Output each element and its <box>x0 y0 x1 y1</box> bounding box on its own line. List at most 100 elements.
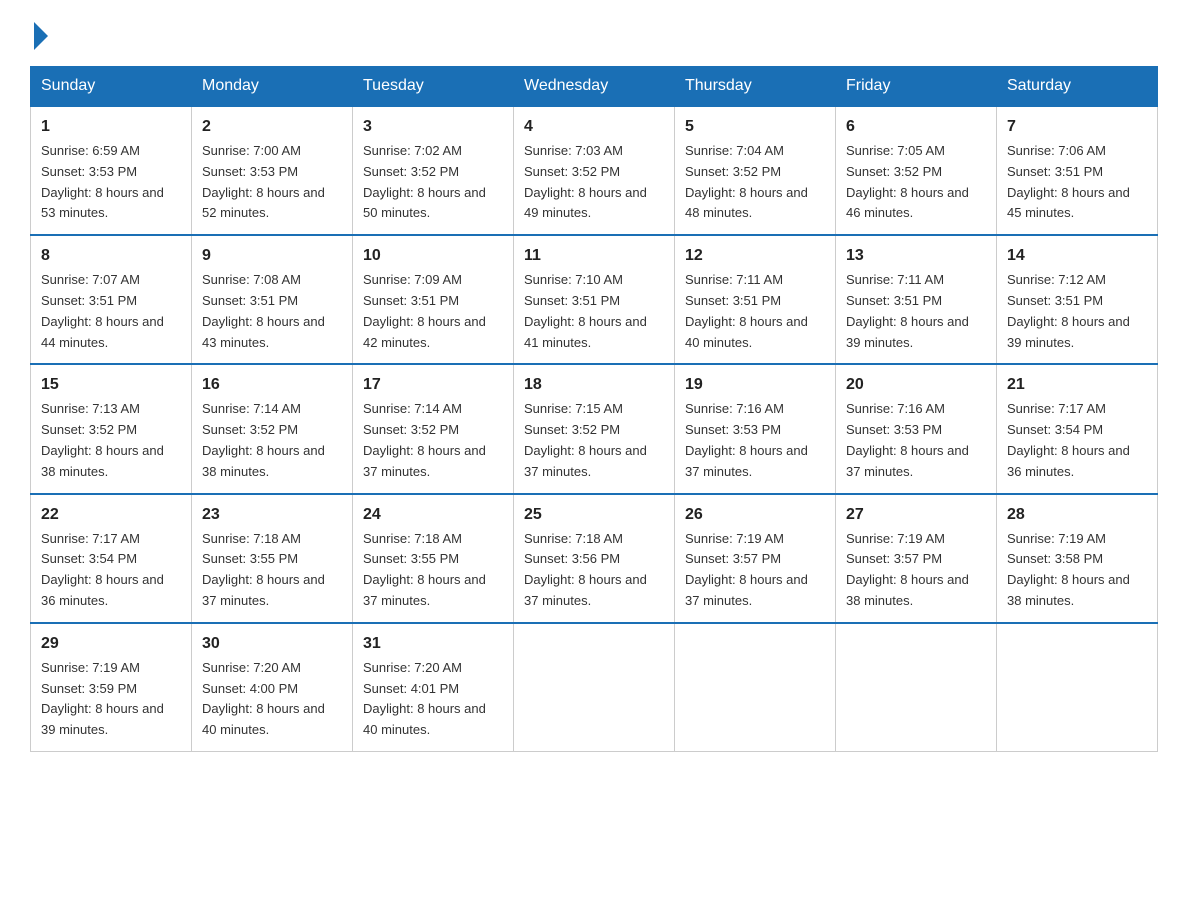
day-info: Sunrise: 6:59 AMSunset: 3:53 PMDaylight:… <box>41 143 164 220</box>
day-number: 14 <box>1007 244 1147 268</box>
day-number: 17 <box>363 373 503 397</box>
calendar-cell: 7 Sunrise: 7:06 AMSunset: 3:51 PMDayligh… <box>997 106 1158 235</box>
calendar-cell: 20 Sunrise: 7:16 AMSunset: 3:53 PMDaylig… <box>836 364 997 493</box>
day-number: 23 <box>202 503 342 527</box>
calendar-cell: 17 Sunrise: 7:14 AMSunset: 3:52 PMDaylig… <box>353 364 514 493</box>
calendar-cell: 5 Sunrise: 7:04 AMSunset: 3:52 PMDayligh… <box>675 106 836 235</box>
calendar-cell: 12 Sunrise: 7:11 AMSunset: 3:51 PMDaylig… <box>675 235 836 364</box>
day-number: 3 <box>363 115 503 139</box>
day-info: Sunrise: 7:18 AMSunset: 3:55 PMDaylight:… <box>363 531 486 608</box>
logo <box>30 20 52 50</box>
day-info: Sunrise: 7:14 AMSunset: 3:52 PMDaylight:… <box>202 401 325 478</box>
column-header-monday: Monday <box>192 67 353 107</box>
day-info: Sunrise: 7:19 AMSunset: 3:58 PMDaylight:… <box>1007 531 1130 608</box>
day-info: Sunrise: 7:20 AMSunset: 4:00 PMDaylight:… <box>202 660 325 737</box>
day-info: Sunrise: 7:10 AMSunset: 3:51 PMDaylight:… <box>524 272 647 349</box>
day-info: Sunrise: 7:19 AMSunset: 3:57 PMDaylight:… <box>685 531 808 608</box>
day-number: 7 <box>1007 115 1147 139</box>
week-row-3: 15 Sunrise: 7:13 AMSunset: 3:52 PMDaylig… <box>31 364 1158 493</box>
calendar-cell: 15 Sunrise: 7:13 AMSunset: 3:52 PMDaylig… <box>31 364 192 493</box>
calendar-cell: 27 Sunrise: 7:19 AMSunset: 3:57 PMDaylig… <box>836 494 997 623</box>
day-number: 15 <box>41 373 181 397</box>
calendar-cell: 8 Sunrise: 7:07 AMSunset: 3:51 PMDayligh… <box>31 235 192 364</box>
day-info: Sunrise: 7:16 AMSunset: 3:53 PMDaylight:… <box>846 401 969 478</box>
day-number: 1 <box>41 115 181 139</box>
calendar-cell <box>836 623 997 752</box>
calendar-cell: 9 Sunrise: 7:08 AMSunset: 3:51 PMDayligh… <box>192 235 353 364</box>
day-number: 2 <box>202 115 342 139</box>
calendar-cell: 4 Sunrise: 7:03 AMSunset: 3:52 PMDayligh… <box>514 106 675 235</box>
week-row-2: 8 Sunrise: 7:07 AMSunset: 3:51 PMDayligh… <box>31 235 1158 364</box>
calendar-cell: 1 Sunrise: 6:59 AMSunset: 3:53 PMDayligh… <box>31 106 192 235</box>
calendar-table: SundayMondayTuesdayWednesdayThursdayFrid… <box>30 66 1158 752</box>
day-number: 11 <box>524 244 664 268</box>
calendar-cell: 6 Sunrise: 7:05 AMSunset: 3:52 PMDayligh… <box>836 106 997 235</box>
day-info: Sunrise: 7:06 AMSunset: 3:51 PMDaylight:… <box>1007 143 1130 220</box>
day-info: Sunrise: 7:12 AMSunset: 3:51 PMDaylight:… <box>1007 272 1130 349</box>
calendar-cell: 30 Sunrise: 7:20 AMSunset: 4:00 PMDaylig… <box>192 623 353 752</box>
day-info: Sunrise: 7:18 AMSunset: 3:56 PMDaylight:… <box>524 531 647 608</box>
column-header-tuesday: Tuesday <box>353 67 514 107</box>
calendar-cell: 29 Sunrise: 7:19 AMSunset: 3:59 PMDaylig… <box>31 623 192 752</box>
day-number: 19 <box>685 373 825 397</box>
day-info: Sunrise: 7:20 AMSunset: 4:01 PMDaylight:… <box>363 660 486 737</box>
calendar-cell: 19 Sunrise: 7:16 AMSunset: 3:53 PMDaylig… <box>675 364 836 493</box>
calendar-cell: 25 Sunrise: 7:18 AMSunset: 3:56 PMDaylig… <box>514 494 675 623</box>
calendar-cell: 2 Sunrise: 7:00 AMSunset: 3:53 PMDayligh… <box>192 106 353 235</box>
day-info: Sunrise: 7:03 AMSunset: 3:52 PMDaylight:… <box>524 143 647 220</box>
calendar-cell: 28 Sunrise: 7:19 AMSunset: 3:58 PMDaylig… <box>997 494 1158 623</box>
calendar-cell: 22 Sunrise: 7:17 AMSunset: 3:54 PMDaylig… <box>31 494 192 623</box>
week-row-4: 22 Sunrise: 7:17 AMSunset: 3:54 PMDaylig… <box>31 494 1158 623</box>
calendar-cell: 24 Sunrise: 7:18 AMSunset: 3:55 PMDaylig… <box>353 494 514 623</box>
calendar-cell: 26 Sunrise: 7:19 AMSunset: 3:57 PMDaylig… <box>675 494 836 623</box>
calendar-cell: 31 Sunrise: 7:20 AMSunset: 4:01 PMDaylig… <box>353 623 514 752</box>
day-number: 18 <box>524 373 664 397</box>
day-number: 5 <box>685 115 825 139</box>
day-number: 25 <box>524 503 664 527</box>
day-info: Sunrise: 7:02 AMSunset: 3:52 PMDaylight:… <box>363 143 486 220</box>
column-header-sunday: Sunday <box>31 67 192 107</box>
day-number: 31 <box>363 632 503 656</box>
day-number: 22 <box>41 503 181 527</box>
day-info: Sunrise: 7:11 AMSunset: 3:51 PMDaylight:… <box>685 272 808 349</box>
calendar-cell <box>675 623 836 752</box>
calendar-cell: 18 Sunrise: 7:15 AMSunset: 3:52 PMDaylig… <box>514 364 675 493</box>
day-info: Sunrise: 7:11 AMSunset: 3:51 PMDaylight:… <box>846 272 969 349</box>
day-info: Sunrise: 7:16 AMSunset: 3:53 PMDaylight:… <box>685 401 808 478</box>
day-info: Sunrise: 7:15 AMSunset: 3:52 PMDaylight:… <box>524 401 647 478</box>
day-number: 9 <box>202 244 342 268</box>
day-info: Sunrise: 7:19 AMSunset: 3:59 PMDaylight:… <box>41 660 164 737</box>
day-number: 8 <box>41 244 181 268</box>
day-info: Sunrise: 7:14 AMSunset: 3:52 PMDaylight:… <box>363 401 486 478</box>
day-info: Sunrise: 7:19 AMSunset: 3:57 PMDaylight:… <box>846 531 969 608</box>
day-number: 4 <box>524 115 664 139</box>
day-info: Sunrise: 7:09 AMSunset: 3:51 PMDaylight:… <box>363 272 486 349</box>
day-number: 30 <box>202 632 342 656</box>
day-number: 24 <box>363 503 503 527</box>
day-info: Sunrise: 7:17 AMSunset: 3:54 PMDaylight:… <box>1007 401 1130 478</box>
day-number: 21 <box>1007 373 1147 397</box>
calendar-header-row: SundayMondayTuesdayWednesdayThursdayFrid… <box>31 67 1158 107</box>
calendar-cell: 13 Sunrise: 7:11 AMSunset: 3:51 PMDaylig… <box>836 235 997 364</box>
day-info: Sunrise: 7:08 AMSunset: 3:51 PMDaylight:… <box>202 272 325 349</box>
day-info: Sunrise: 7:17 AMSunset: 3:54 PMDaylight:… <box>41 531 164 608</box>
column-header-saturday: Saturday <box>997 67 1158 107</box>
column-header-friday: Friday <box>836 67 997 107</box>
day-number: 10 <box>363 244 503 268</box>
day-number: 12 <box>685 244 825 268</box>
page-header <box>30 20 1158 50</box>
day-number: 26 <box>685 503 825 527</box>
week-row-1: 1 Sunrise: 6:59 AMSunset: 3:53 PMDayligh… <box>31 106 1158 235</box>
day-number: 27 <box>846 503 986 527</box>
calendar-cell: 23 Sunrise: 7:18 AMSunset: 3:55 PMDaylig… <box>192 494 353 623</box>
day-number: 29 <box>41 632 181 656</box>
calendar-cell: 21 Sunrise: 7:17 AMSunset: 3:54 PMDaylig… <box>997 364 1158 493</box>
calendar-cell <box>997 623 1158 752</box>
calendar-cell: 10 Sunrise: 7:09 AMSunset: 3:51 PMDaylig… <box>353 235 514 364</box>
column-header-wednesday: Wednesday <box>514 67 675 107</box>
day-number: 13 <box>846 244 986 268</box>
column-header-thursday: Thursday <box>675 67 836 107</box>
day-info: Sunrise: 7:13 AMSunset: 3:52 PMDaylight:… <box>41 401 164 478</box>
week-row-5: 29 Sunrise: 7:19 AMSunset: 3:59 PMDaylig… <box>31 623 1158 752</box>
day-info: Sunrise: 7:00 AMSunset: 3:53 PMDaylight:… <box>202 143 325 220</box>
